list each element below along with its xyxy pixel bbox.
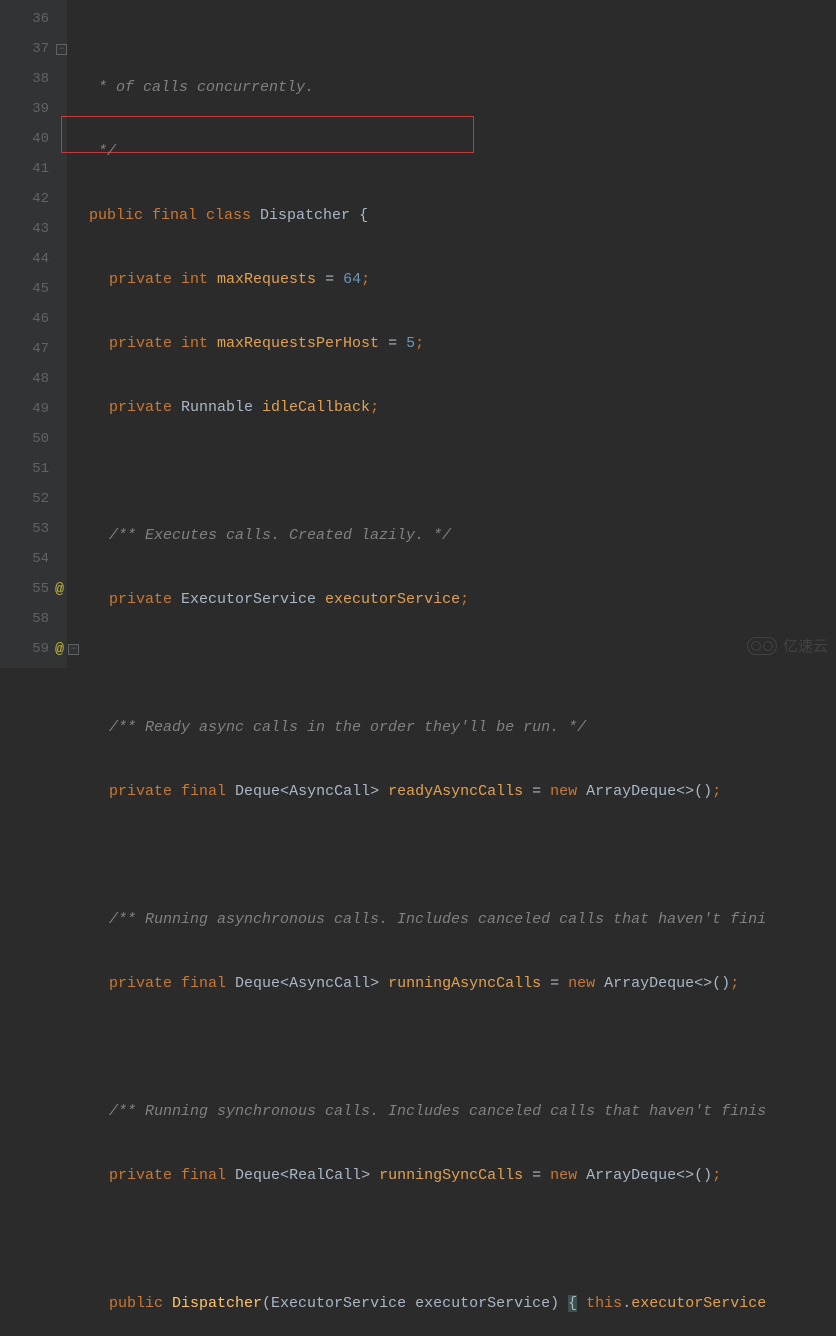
code-line: private final Deque<AsyncCall> runningAs…: [89, 968, 836, 998]
code-line: [89, 1032, 836, 1062]
code-line: public final class Dispatcher {: [89, 200, 836, 230]
watermark-text: 亿速云: [783, 635, 828, 656]
code-line: private final Deque<RealCall> runningSyn…: [89, 1160, 836, 1190]
line-number: 42: [32, 191, 67, 207]
line-number: 50: [32, 431, 67, 447]
line-number: 44: [32, 251, 67, 267]
code-line: private int maxRequestsPerHost = 5;: [89, 328, 836, 358]
watermark-icon: [747, 637, 777, 655]
watermark: 亿速云: [747, 635, 828, 656]
code-editor[interactable]: 36 37− 38 39 40 41 42 43 44 45 46 47 48 …: [0, 0, 836, 668]
code-line: */: [89, 136, 836, 166]
line-number: 53: [32, 521, 67, 537]
code-line: /** Running asynchronous calls. Includes…: [89, 904, 836, 934]
line-number: 54: [32, 551, 67, 567]
line-number: 48: [32, 371, 67, 387]
line-number: 58: [32, 611, 67, 627]
code-line: /** Ready async calls in the order they'…: [89, 712, 836, 742]
code-line: [89, 840, 836, 870]
gutter: 36 37− 38 39 40 41 42 43 44 45 46 47 48 …: [0, 0, 67, 668]
code-line: private ExecutorService executorService;: [89, 584, 836, 614]
line-number: 46: [32, 311, 67, 327]
line-number: 51: [32, 461, 67, 477]
override-gutter-icon[interactable]: @: [55, 641, 64, 658]
code-line: [89, 648, 836, 678]
code-line: /** Running synchronous calls. Includes …: [89, 1096, 836, 1126]
line-number: 36: [32, 11, 67, 27]
line-number: 43: [32, 221, 67, 237]
code-line: private Runnable idleCallback;: [89, 392, 836, 422]
code-line: /** Executes calls. Created lazily. */: [89, 520, 836, 550]
line-number: 41: [32, 161, 67, 177]
code-content[interactable]: * of calls concurrently. */ public final…: [67, 0, 836, 668]
code-line: [89, 1224, 836, 1254]
code-line: private final Deque<AsyncCall> readyAsyn…: [89, 776, 836, 806]
line-number: 49: [32, 401, 67, 417]
override-gutter-icon[interactable]: @: [55, 581, 64, 598]
line-number: 39: [32, 101, 67, 117]
code-line: public Dispatcher(ExecutorService execut…: [89, 1288, 836, 1318]
code-line: * of calls concurrently.: [89, 72, 836, 102]
line-number: 52: [32, 491, 67, 507]
line-number: 45: [32, 281, 67, 297]
fold-close-icon[interactable]: −: [56, 44, 67, 55]
line-number: 47: [32, 341, 67, 357]
line-number: 38: [32, 71, 67, 87]
code-line: [89, 456, 836, 486]
code-line: private int maxRequests = 64;: [89, 264, 836, 294]
